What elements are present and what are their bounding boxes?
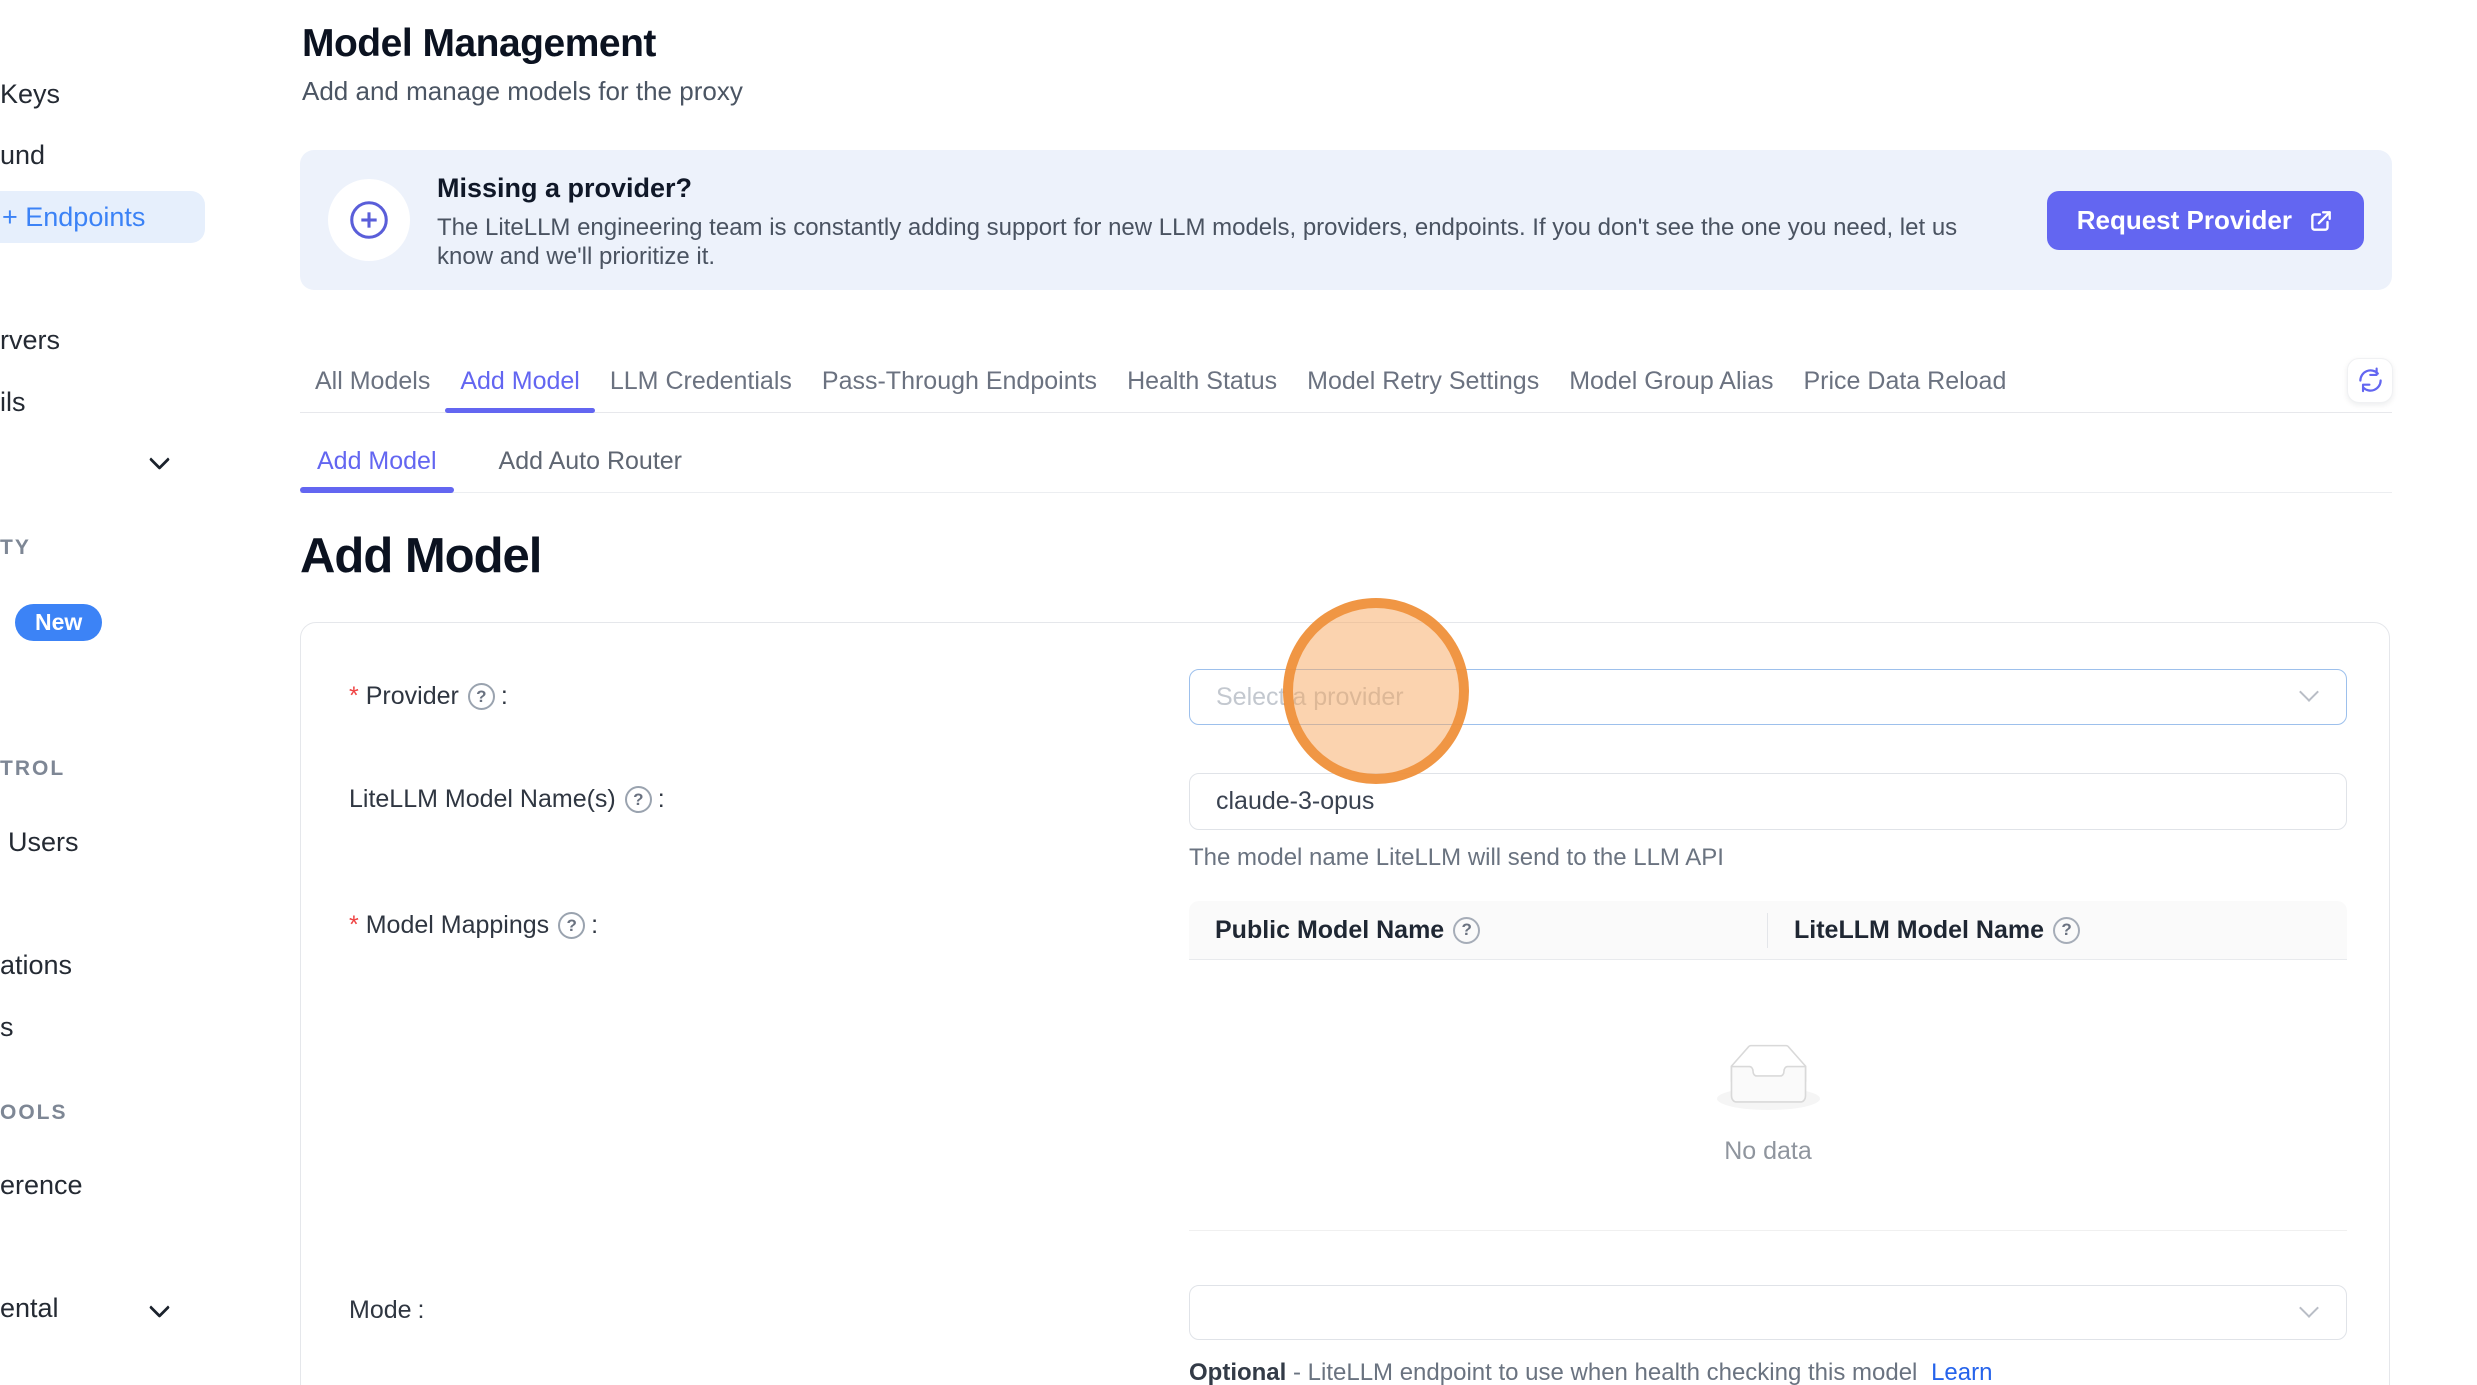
column-litellm-model-name: LiteLLM Model Name: [1768, 901, 2347, 959]
sidebar: Keys und + Endpoints rvers ils TY New TR…: [0, 0, 240, 1385]
chevron-down-icon[interactable]: [150, 1299, 170, 1319]
external-link-icon: [2308, 208, 2334, 234]
sidebar-item-label: + Endpoints: [2, 191, 145, 243]
table-empty-body: No data: [1189, 960, 2347, 1231]
required-marker: *: [349, 682, 359, 711]
sidebar-item-servers[interactable]: rvers: [0, 324, 60, 356]
help-icon[interactable]: [558, 912, 585, 939]
provider-select[interactable]: Select a provider: [1189, 669, 2347, 725]
sidebar-item-reference[interactable]: erence: [0, 1169, 83, 1201]
new-badge: New: [15, 604, 102, 641]
sidebar-item-organizations[interactable]: ations: [0, 949, 72, 981]
empty-state: No data: [1189, 1044, 2347, 1166]
refresh-button[interactable]: [2347, 358, 2393, 403]
sidebar-section-control: TROL: [0, 757, 65, 781]
model-name-label: LiteLLM Model Name(s) :: [349, 785, 665, 814]
empty-box-icon: [1717, 1044, 1820, 1110]
mode-helper: Optional - LiteLLM endpoint to use when …: [1189, 1359, 1992, 1385]
model-mappings-label: * Model Mappings :: [349, 911, 598, 940]
banner-title: Missing a provider?: [437, 173, 692, 204]
chevron-down-icon: [2302, 1301, 2318, 1317]
sidebar-item-users[interactable]: Users: [8, 826, 79, 858]
tab-model-retry-settings[interactable]: Model Retry Settings: [1292, 352, 1554, 412]
request-provider-label: Request Provider: [2077, 205, 2292, 236]
sidebar-item-models-endpoints[interactable]: + Endpoints: [0, 191, 205, 243]
sidebar-item-keys[interactable]: Keys: [0, 78, 60, 110]
page-subtitle: Add and manage models for the proxy: [302, 76, 743, 107]
help-icon[interactable]: [1453, 917, 1480, 944]
column-public-model-name: Public Model Name: [1189, 901, 1768, 959]
tab-add-model[interactable]: Add Model: [445, 352, 595, 412]
refresh-icon: [2357, 367, 2384, 394]
mode-select[interactable]: [1189, 1285, 2347, 1340]
add-model-form-card: * Provider : Select a provider LiteLLM M…: [300, 622, 2390, 1385]
sidebar-item-teams[interactable]: s: [0, 1011, 14, 1043]
page-title: Model Management: [302, 22, 656, 66]
main-content: Model Management Add and manage models f…: [300, 0, 2392, 1385]
sidebar-item-rails[interactable]: ils: [0, 386, 26, 418]
tab-price-data-reload[interactable]: Price Data Reload: [1788, 352, 2021, 412]
tab-pass-through-endpoints[interactable]: Pass-Through Endpoints: [807, 352, 1112, 412]
sidebar-item-experimental[interactable]: ental: [0, 1292, 59, 1324]
missing-provider-banner: Missing a provider? The LiteLLM engineer…: [300, 150, 2392, 290]
provider-placeholder: Select a provider: [1216, 683, 1404, 712]
subtab-add-model[interactable]: Add Model: [300, 432, 454, 492]
plus-circle-icon: [328, 179, 410, 261]
add-model-subtabs: Add Model Add Auto Router: [300, 432, 2392, 493]
learn-more-link[interactable]: Learn: [1931, 1359, 1992, 1385]
table-header: Public Model Name LiteLLM Model Name: [1189, 901, 2347, 960]
sidebar-section-label: TY: [0, 536, 31, 560]
required-marker: *: [349, 911, 359, 940]
add-model-heading: Add Model: [300, 528, 541, 584]
model-name-input[interactable]: [1189, 773, 2347, 830]
help-icon[interactable]: [625, 786, 652, 813]
tab-health-status[interactable]: Health Status: [1112, 352, 1292, 412]
request-provider-button[interactable]: Request Provider: [2047, 191, 2364, 250]
tab-all-models[interactable]: All Models: [300, 352, 445, 412]
sidebar-section-tools: OOLS: [0, 1101, 68, 1125]
provider-label: * Provider :: [349, 682, 508, 711]
help-icon[interactable]: [2053, 917, 2080, 944]
no-data-text: No data: [1189, 1137, 2347, 1166]
mode-label: Mode :: [349, 1296, 425, 1325]
subtab-add-auto-router[interactable]: Add Auto Router: [482, 432, 699, 492]
model-name-helper: The model name LiteLLM will send to the …: [1189, 844, 1724, 872]
tab-model-group-alias[interactable]: Model Group Alias: [1554, 352, 1788, 412]
chevron-down-icon[interactable]: [150, 451, 170, 471]
help-icon[interactable]: [468, 683, 495, 710]
model-mappings-table: Public Model Name LiteLLM Model Name: [1189, 901, 2347, 1231]
banner-body: The LiteLLM engineering team is constant…: [437, 213, 1997, 271]
tab-llm-credentials[interactable]: LLM Credentials: [595, 352, 807, 412]
model-management-tabs: All Models Add Model LLM Credentials Pas…: [300, 352, 2392, 413]
sidebar-item-playground[interactable]: und: [0, 139, 45, 171]
chevron-down-icon: [2302, 685, 2318, 701]
